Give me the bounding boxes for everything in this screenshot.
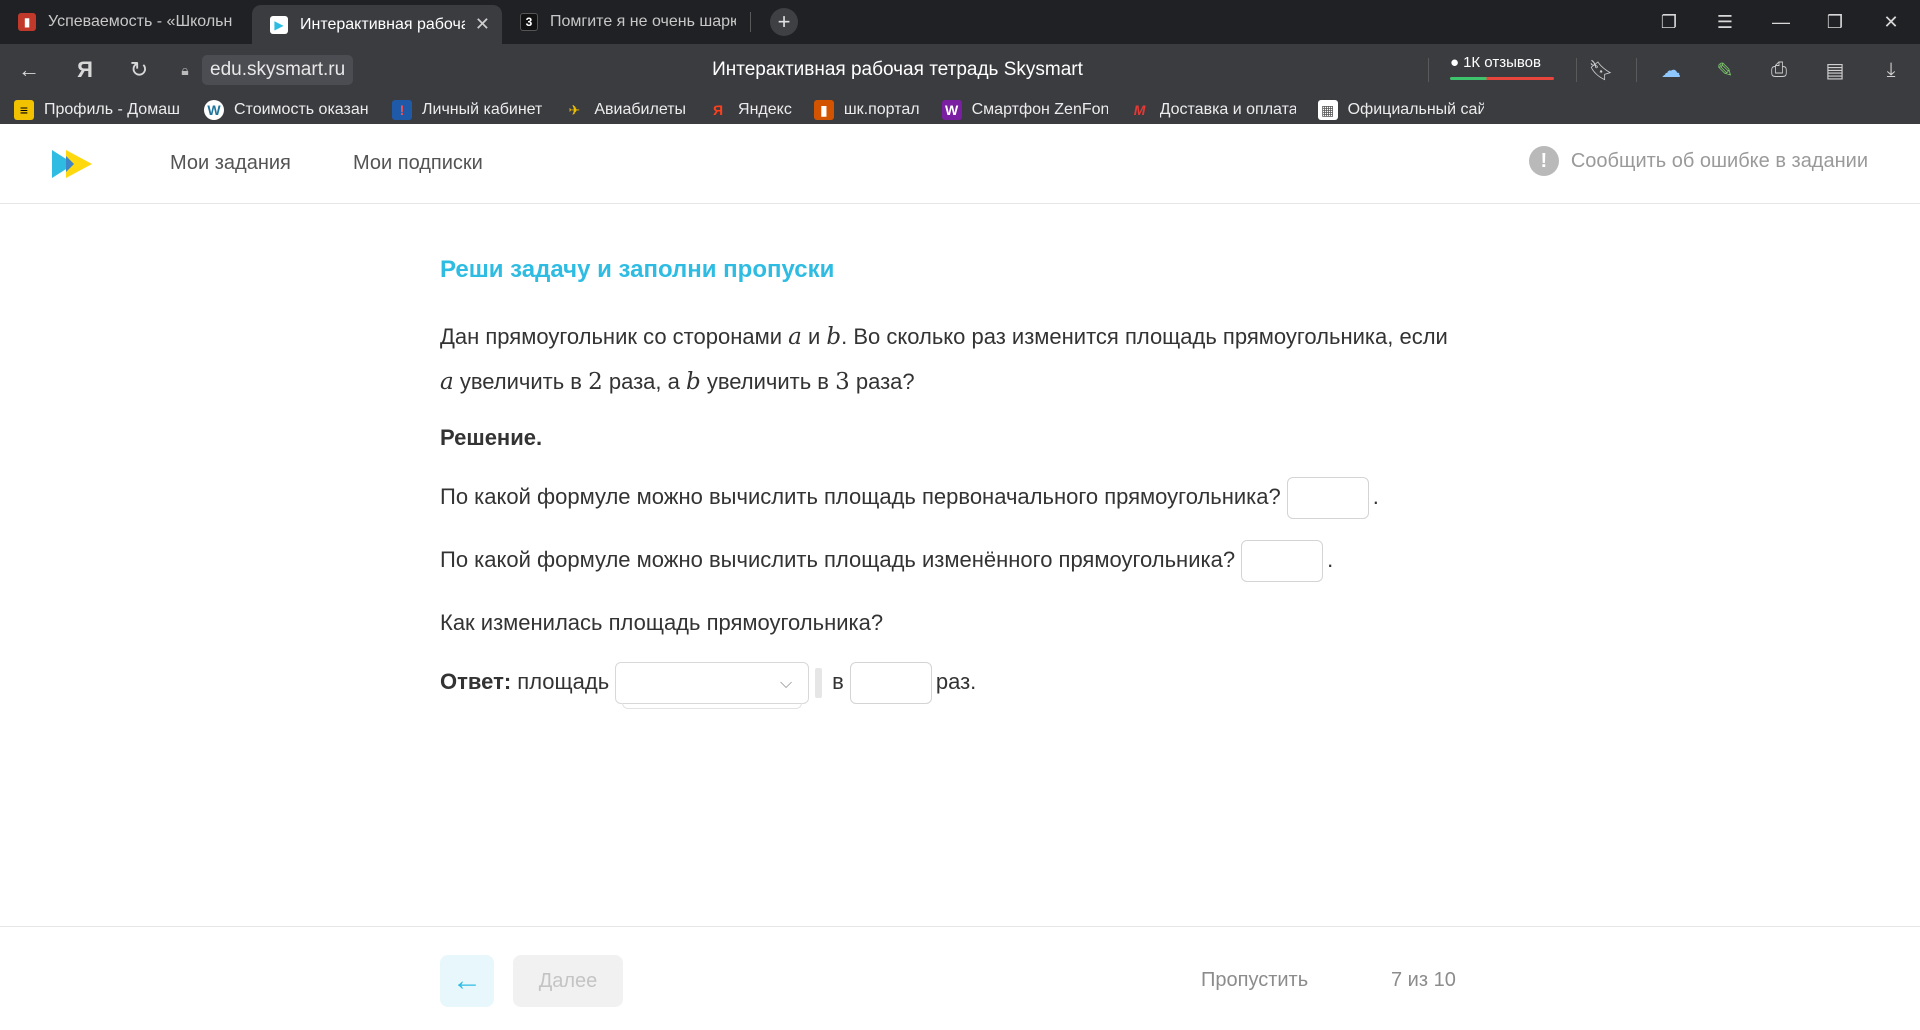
bookmark-item[interactable]: W Смартфон ZenFon xyxy=(941,100,1108,120)
print-icon[interactable]: ⎙ xyxy=(1764,56,1794,84)
speech-bubble-icon: ● xyxy=(1450,54,1460,71)
site-icon: ▦ xyxy=(1317,100,1338,120)
skysmart-logo-icon[interactable] xyxy=(52,148,94,180)
yandex-icon: Я xyxy=(712,102,724,118)
menu-icon[interactable]: ☰ xyxy=(1710,8,1740,36)
var-a: a xyxy=(440,369,454,395)
rating-bar xyxy=(1450,77,1554,80)
toolbar-separator xyxy=(1636,58,1637,82)
bookmark-item[interactable]: M Доставка и оплата xyxy=(1130,100,1296,120)
tab-separator xyxy=(750,12,751,32)
reader-icon[interactable]: ▤ xyxy=(1820,56,1850,84)
address-bar: ← Я ↻ 🔒︎ edu.skysmart.ru Интерактивная р… xyxy=(0,44,1920,96)
answer-line: Ответ: площадь ⌵ в раз. xyxy=(440,659,976,710)
restore-icon[interactable]: ❒ xyxy=(1820,8,1850,36)
bookmark-item[interactable]: ▮ шк.портал xyxy=(813,100,920,120)
task-title: Реши задачу и заполни пропуски xyxy=(440,256,835,283)
tab-label: Интерактивная рабоча xyxy=(300,15,465,33)
close-icon[interactable]: ✕ xyxy=(475,14,490,35)
site-header: Мои задания Мои подписки ! Сообщить об о… xyxy=(0,124,1920,204)
school-portal-icon: ▮ xyxy=(813,100,834,120)
question-3: Как изменилась площадь прямоугольника? xyxy=(440,610,884,635)
var-a: a xyxy=(788,324,802,350)
problem-line-2: a увеличить в 2 раза, а b увеличить в 3 … xyxy=(440,369,915,395)
skip-button[interactable]: Пропустить xyxy=(1201,969,1308,992)
var-b: b xyxy=(826,324,842,350)
problem-line-1: Дан прямоугольник со сторонами a и b. Во… xyxy=(440,324,1448,350)
weather-icon[interactable]: ☁ xyxy=(1656,56,1686,84)
reviews-label: 1К отзывов xyxy=(1463,54,1541,71)
browser-tab-question[interactable]: 3 Помгите я не очень шарю xyxy=(502,5,748,39)
plane-icon: ✈ xyxy=(568,101,581,118)
chevron-down-icon: ⌵ xyxy=(780,674,793,692)
bookmark-item[interactable]: ▦ Официальный сай xyxy=(1317,100,1484,120)
nav-my-subscriptions[interactable]: Мои подписки xyxy=(353,152,483,175)
account-icon: ! xyxy=(392,100,412,120)
formula-changed-input[interactable] xyxy=(1241,540,1324,583)
browser-tab-bar: ▮ Успеваемость - «Школьн ▶ Интерактивная… xyxy=(0,0,1920,44)
download-icon[interactable]: ⤓ xyxy=(1876,56,1906,84)
times-input[interactable] xyxy=(849,662,932,705)
report-error-button[interactable]: ! Сообщить об ошибке в задании xyxy=(1528,146,1868,176)
school-portal-icon: ▮ xyxy=(18,13,36,31)
reviews-button[interactable]: ● 1К отзывов xyxy=(1450,54,1541,71)
bookmark-icon[interactable]: 🔖︎ xyxy=(1586,56,1616,84)
bookmark-item[interactable]: ! Личный кабинет xyxy=(392,100,542,120)
browser-tab-skysmart[interactable]: ▶ Интерактивная рабоча ✕ xyxy=(252,5,502,44)
wildberries-icon: W xyxy=(941,100,962,120)
tab-label: Помгите я не очень шарю xyxy=(550,13,736,30)
select-shadow xyxy=(622,703,803,710)
solution-label: Решение. xyxy=(440,425,543,450)
nav-my-tasks[interactable]: Мои задания xyxy=(170,152,291,175)
pen-extension-icon[interactable]: ✎ xyxy=(1710,56,1740,84)
next-button[interactable]: Далее xyxy=(513,955,623,1007)
bookmark-item[interactable]: W Стоимость оказан xyxy=(204,100,370,120)
bookmarks-bar: ≡ Профиль - Домаш W Стоимость оказан ! Личн… xyxy=(0,96,1920,124)
minimize-icon[interactable]: — xyxy=(1766,8,1796,36)
bookmark-item[interactable]: ✈ Авиабилеты xyxy=(564,100,687,120)
report-error-label: Сообщить об ошибке в задании xyxy=(1570,149,1868,172)
wordpress-icon: W xyxy=(204,100,224,120)
var-b: b xyxy=(685,369,701,395)
arrow-left-icon: ← xyxy=(452,964,482,997)
back-button[interactable]: ← xyxy=(440,955,494,1007)
bookmark-item[interactable]: Я Яндекс xyxy=(708,100,792,120)
toolbar-separator xyxy=(1428,58,1429,82)
browser-tab-grades[interactable]: ▮ Успеваемость - «Школьн xyxy=(0,5,248,39)
question-2: По какой формуле можно вычислить площадь… xyxy=(440,537,1333,583)
formula-original-input[interactable] xyxy=(1286,477,1369,520)
area-change-select[interactable]: ⌵ xyxy=(615,662,810,710)
tab-label: Успеваемость - «Школьн xyxy=(48,13,233,30)
warning-icon: ! xyxy=(1528,146,1559,176)
skysmart-icon: ▶ xyxy=(270,15,288,34)
task-footer: ← Далее Пропустить 7 из 10 xyxy=(0,926,1920,1030)
task-progress: 7 из 10 xyxy=(1391,969,1456,991)
tab-collections-icon[interactable]: ❐ xyxy=(1654,8,1684,36)
drag-handle[interactable] xyxy=(815,668,823,699)
close-window-icon[interactable]: ✕ xyxy=(1876,8,1906,36)
beeline-icon: ≡ xyxy=(14,100,34,120)
toolbar-separator xyxy=(1576,58,1577,82)
answer-label: Ответ: xyxy=(440,669,512,694)
bookmark-item[interactable]: ≡ Профиль - Домаш xyxy=(14,100,182,120)
mvideo-icon: M xyxy=(1133,102,1146,118)
question-1: По какой формуле можно вычислить площадь… xyxy=(440,474,1379,520)
new-tab-button[interactable]: + xyxy=(770,8,798,36)
znanija-icon: 3 xyxy=(520,13,538,31)
